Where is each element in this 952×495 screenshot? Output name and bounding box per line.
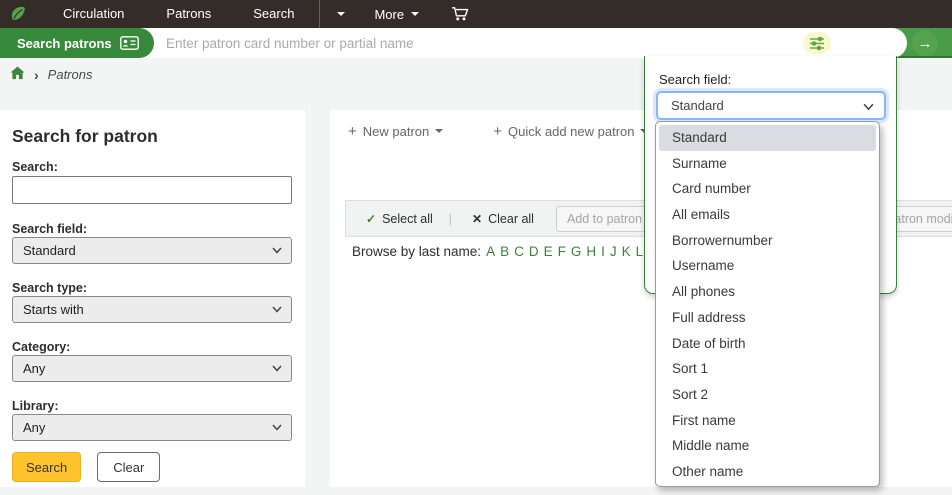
select-all-label: Select all xyxy=(382,212,433,226)
x-icon: ✕ xyxy=(472,212,482,226)
search-field-option[interactable]: First name xyxy=(659,408,876,434)
clear-button[interactable]: Clear xyxy=(97,452,160,482)
nav-extra-dropdown[interactable] xyxy=(324,0,358,28)
nav-more-label: More xyxy=(374,7,404,22)
browse-letter-link[interactable]: J xyxy=(610,244,617,259)
sidebar-buttons: Search Clear xyxy=(12,452,160,482)
patron-search-bar: Search patrons → xyxy=(0,28,952,58)
chevron-down-icon xyxy=(272,365,282,372)
chevron-down-icon xyxy=(272,247,282,254)
search-field-option[interactable]: Full address xyxy=(659,305,876,331)
browse-letter-link[interactable]: D xyxy=(529,244,539,259)
patron-actions-row: + New patron + Quick add new patron xyxy=(348,119,648,143)
search-sidebar: Search for patron Search: Search field: … xyxy=(0,110,305,487)
clear-all-label: Clear all xyxy=(488,212,534,226)
search-patrons-tab-label: Search patrons xyxy=(17,36,112,51)
select-all-button[interactable]: ✓ Select all xyxy=(366,212,433,226)
search-field-option[interactable]: Surname xyxy=(659,151,876,177)
browse-label: Browse by last name: xyxy=(352,244,481,259)
browse-letter-link[interactable]: I xyxy=(601,244,605,259)
nav-links-container: CirculationPatronsSearch xyxy=(42,0,315,28)
sidebar-search-input[interactable] xyxy=(12,176,292,204)
search-field-option[interactable]: Standard xyxy=(659,125,876,151)
clear-all-button[interactable]: ✕ Clear all xyxy=(472,212,534,226)
library-select-value: Any xyxy=(23,420,45,435)
search-field-label: Search field: xyxy=(12,222,87,236)
search-label: Search: xyxy=(12,160,58,174)
nav-divider xyxy=(319,0,320,28)
plus-icon: + xyxy=(348,123,357,140)
chevron-down-icon xyxy=(435,129,443,133)
search-field-option[interactable]: Other name xyxy=(659,459,876,485)
sliders-icon xyxy=(809,36,825,51)
search-button[interactable]: Search xyxy=(12,452,81,482)
browse-letter-link[interactable]: F xyxy=(558,244,566,259)
filter-select-value: Standard xyxy=(671,98,724,113)
search-field-option[interactable]: Borrowernumber xyxy=(659,228,876,254)
category-label: Category: xyxy=(12,340,70,354)
koha-leaf-logo-icon[interactable] xyxy=(9,5,28,24)
browse-letter-link[interactable]: E xyxy=(544,244,553,259)
home-icon[interactable] xyxy=(10,66,25,83)
breadcrumb-separator: › xyxy=(34,67,39,83)
search-field-option[interactable]: Username xyxy=(659,253,876,279)
chevron-down-icon xyxy=(337,12,345,16)
koha-patron-search-screen: CirculationPatronsSearch More Search pat… xyxy=(0,0,952,495)
search-field-option[interactable]: All phones xyxy=(659,279,876,305)
search-field-option[interactable]: All emails xyxy=(659,202,876,228)
browse-letter-link[interactable]: K xyxy=(622,244,631,259)
filter-search-field-label: Search field: xyxy=(659,72,731,87)
browse-letter-link[interactable]: C xyxy=(514,244,524,259)
search-type-select-value: Starts with xyxy=(23,302,84,317)
quick-add-new-patron-button[interactable]: + Quick add new patron xyxy=(493,119,648,143)
new-patron-button[interactable]: + New patron xyxy=(348,119,443,143)
sidebar-title: Search for patron xyxy=(12,126,158,147)
quick-add-label: Quick add new patron xyxy=(508,124,634,139)
breadcrumb-current-page: Patrons xyxy=(48,67,93,82)
library-label: Library: xyxy=(12,399,59,413)
search-field-option[interactable]: Sort 2 xyxy=(659,382,876,408)
search-field-option[interactable]: Card number xyxy=(659,176,876,202)
breadcrumb: › Patrons xyxy=(10,66,92,83)
toolbar-separator: | xyxy=(449,212,452,226)
browse-letter-link[interactable]: L xyxy=(636,244,644,259)
browse-letter-link[interactable]: A xyxy=(486,244,495,259)
search-field-option[interactable]: Middle name xyxy=(659,433,876,459)
nav-link-search[interactable]: Search xyxy=(232,0,315,28)
nav-link-patrons[interactable]: Patrons xyxy=(145,0,232,28)
nav-link-more[interactable]: More xyxy=(358,0,435,28)
nav-link-circulation[interactable]: Circulation xyxy=(42,0,145,28)
browse-letter-link[interactable]: B xyxy=(500,244,509,259)
browse-letter-link[interactable]: G xyxy=(571,244,582,259)
search-submit-button[interactable]: → xyxy=(912,30,938,56)
search-type-label: Search type: xyxy=(12,281,87,295)
new-patron-label: New patron xyxy=(363,124,429,139)
search-field-select-value: Standard xyxy=(23,243,76,258)
cart-icon[interactable] xyxy=(451,6,469,22)
check-icon: ✓ xyxy=(366,212,376,226)
search-field-option[interactable]: Sort 1 xyxy=(659,356,876,382)
patron-search-input[interactable] xyxy=(166,28,846,58)
search-filter-button[interactable] xyxy=(803,32,831,54)
chevron-down-icon xyxy=(272,424,282,431)
browse-letter-link[interactable]: H xyxy=(586,244,596,259)
id-card-icon xyxy=(120,36,139,50)
category-select-value: Any xyxy=(23,361,45,376)
search-type-select[interactable]: Starts with xyxy=(12,296,292,323)
plus-icon: + xyxy=(493,123,502,140)
chevron-down-icon xyxy=(272,306,282,313)
chevron-down-icon xyxy=(863,103,874,111)
category-select[interactable]: Any xyxy=(12,355,292,382)
filter-search-field-select[interactable]: Standard xyxy=(656,91,886,120)
chevron-down-icon xyxy=(411,12,419,16)
search-patrons-tab[interactable]: Search patrons xyxy=(0,28,154,58)
search-field-select[interactable]: Standard xyxy=(12,237,292,264)
top-navbar: CirculationPatronsSearch More xyxy=(0,0,952,28)
library-select[interactable]: Any xyxy=(12,414,292,441)
search-field-option[interactable]: Date of birth xyxy=(659,331,876,357)
browse-by-last-name: Browse by last name:ABCDEFGHIJKLMN xyxy=(352,244,674,259)
search-field-options-list: StandardSurnameCard numberAll emailsBorr… xyxy=(655,121,880,487)
search-field-wrap xyxy=(100,28,907,58)
